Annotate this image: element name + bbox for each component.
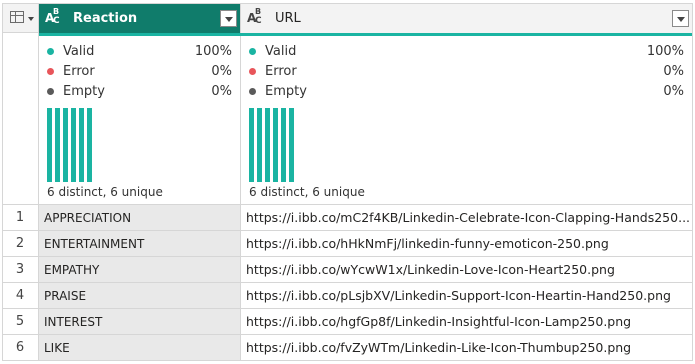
valid-dot-icon <box>249 47 256 55</box>
empty-stat: Empty 0% <box>249 82 684 100</box>
error-stat: Error 0% <box>47 62 232 80</box>
empty-percent: 0% <box>663 83 684 99</box>
distribution-bar <box>47 108 52 182</box>
table-icon <box>10 11 24 23</box>
error-percent: 0% <box>663 63 684 79</box>
reaction-cell[interactable]: EMPATHY <box>39 256 241 282</box>
table-row: 4 PRAISE https://i.ibb.co/pLsjbXV/Linked… <box>2 282 693 308</box>
url-cell[interactable]: https://i.ibb.co/wYcwW1x/Linkedin-Love-I… <box>241 256 693 282</box>
reaction-cell[interactable]: ENTERTAINMENT <box>39 230 241 256</box>
reaction-cell[interactable]: LIKE <box>39 334 241 360</box>
reaction-cell[interactable]: PRAISE <box>39 282 241 308</box>
distribution-bar <box>249 108 254 182</box>
distribution-bar <box>71 108 76 182</box>
url-cell[interactable]: https://i.ibb.co/mC2f4KB/Linkedin-Celebr… <box>241 204 693 230</box>
error-label: Error <box>265 63 297 79</box>
valid-label: Valid <box>265 43 297 59</box>
distribution-bar <box>87 108 92 182</box>
distinct-count: 6 distinct, 6 unique <box>47 185 163 199</box>
valid-stat: Valid 100% <box>47 42 232 60</box>
distribution-bar <box>63 108 68 182</box>
url-cell[interactable]: https://i.ibb.co/fvZyWTm/Linkedin-Like-I… <box>241 334 693 360</box>
distribution-bar <box>55 108 60 182</box>
column-header-url[interactable]: ABC URL <box>241 3 693 33</box>
error-percent: 0% <box>211 63 232 79</box>
error-dot-icon <box>47 67 54 75</box>
error-dot-icon <box>249 67 256 75</box>
empty-percent: 0% <box>211 83 232 99</box>
value-distribution-chart <box>47 108 107 182</box>
valid-stat: Valid 100% <box>249 42 684 60</box>
distribution-bar <box>257 108 262 182</box>
reaction-cell[interactable]: INTEREST <box>39 308 241 334</box>
row-number[interactable]: 3 <box>2 256 39 282</box>
table-menu-button[interactable] <box>2 3 39 33</box>
filter-dropdown-button[interactable] <box>220 9 237 27</box>
column-header-reaction[interactable]: ABC Reaction <box>39 3 241 33</box>
empty-dot-icon <box>47 87 54 95</box>
column-name: Reaction <box>73 10 138 26</box>
value-distribution-chart <box>249 108 309 182</box>
table-row: 3 EMPATHY https://i.ibb.co/wYcwW1x/Linke… <box>2 256 693 282</box>
row-number[interactable]: 6 <box>2 334 39 360</box>
valid-percent: 100% <box>646 43 684 59</box>
url-cell[interactable]: https://i.ibb.co/hHkNmFj/linkedin-funny-… <box>241 230 693 256</box>
table-row: 5 INTEREST https://i.ibb.co/hgfGp8f/Link… <box>2 308 693 334</box>
column-profile-url: Valid 100% Error 0% Empty 0% 6 distinct,… <box>241 36 693 204</box>
distinct-count: 6 distinct, 6 unique <box>249 185 365 199</box>
profile-gutter <box>2 33 39 204</box>
url-cell[interactable]: https://i.ibb.co/hgfGp8f/Linkedin-Insigh… <box>241 308 693 334</box>
reaction-cell[interactable]: APPRECIATION <box>39 204 241 230</box>
empty-stat: Empty 0% <box>47 82 232 100</box>
text-type-icon[interactable]: ABC <box>247 7 269 27</box>
column-name: URL <box>275 10 301 26</box>
row-number[interactable]: 4 <box>2 282 39 308</box>
error-label: Error <box>63 63 95 79</box>
distribution-bar <box>265 108 270 182</box>
empty-dot-icon <box>249 87 256 95</box>
valid-percent: 100% <box>194 43 232 59</box>
distribution-bar <box>273 108 278 182</box>
empty-label: Empty <box>265 83 307 99</box>
table-row: 1 APPRECIATION https://i.ibb.co/mC2f4KB/… <box>2 204 693 230</box>
distribution-bar <box>79 108 84 182</box>
text-type-icon[interactable]: ABC <box>45 7 67 27</box>
chevron-down-icon <box>28 17 34 21</box>
distribution-bar <box>281 108 286 182</box>
error-stat: Error 0% <box>249 62 684 80</box>
url-cell[interactable]: https://i.ibb.co/pLsjbXV/Linkedin-Suppor… <box>241 282 693 308</box>
data-preview-grid: ABC Reaction ABC URL Valid 100% Error 0%… <box>0 0 695 364</box>
empty-label: Empty <box>63 83 105 99</box>
valid-label: Valid <box>63 43 95 59</box>
filter-dropdown-button[interactable] <box>672 9 689 27</box>
row-number[interactable]: 2 <box>2 230 39 256</box>
table-row: 2 ENTERTAINMENT https://i.ibb.co/hHkNmFj… <box>2 230 693 256</box>
column-profile-reaction: Valid 100% Error 0% Empty 0% 6 distinct,… <box>39 36 241 204</box>
distribution-bar <box>289 108 294 182</box>
table-row: 6 LIKE https://i.ibb.co/fvZyWTm/Linkedin… <box>2 334 693 360</box>
row-number[interactable]: 5 <box>2 308 39 334</box>
valid-dot-icon <box>47 47 54 55</box>
row-number[interactable]: 1 <box>2 204 39 230</box>
